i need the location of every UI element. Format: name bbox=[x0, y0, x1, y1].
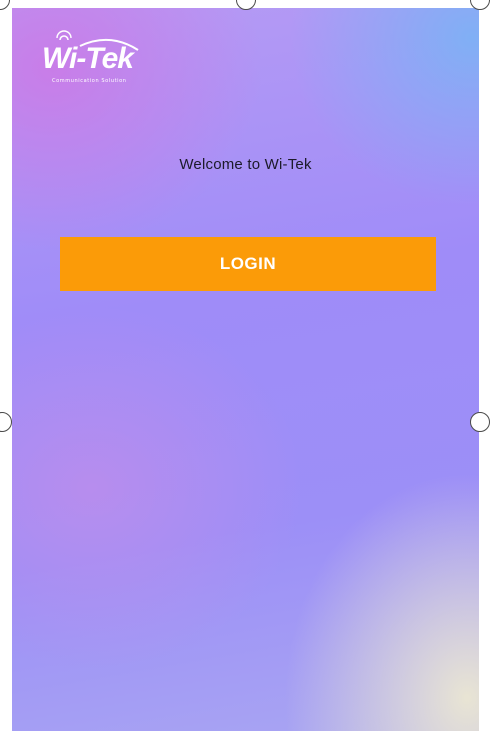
welcome-message: Welcome to Wi-Tek bbox=[179, 156, 312, 173]
resize-handle-middle-left[interactable] bbox=[0, 412, 12, 432]
logo-wordmark: Wi-Tek bbox=[42, 42, 135, 75]
login-button[interactable]: LOGIN bbox=[60, 237, 436, 291]
resize-handle-middle-right[interactable] bbox=[470, 412, 490, 432]
logo-tagline: Communication Solution bbox=[52, 78, 127, 84]
resize-handle-top-left[interactable] bbox=[0, 0, 10, 10]
app-screen: Wi-Tek Communication Solution Welcome to… bbox=[12, 8, 479, 731]
wi-tek-logo: Wi-Tek Communication Solution bbox=[40, 30, 150, 94]
